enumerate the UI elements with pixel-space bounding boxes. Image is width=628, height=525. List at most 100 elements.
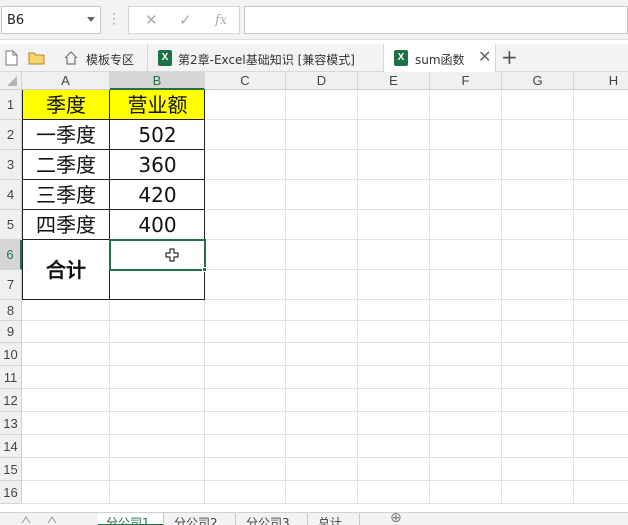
cell-f9[interactable] (430, 321, 502, 343)
name-box[interactable]: B6 (1, 6, 101, 34)
column-header-b[interactable]: B (110, 72, 205, 90)
cell-c1[interactable] (205, 90, 286, 120)
cell-g2[interactable] (502, 120, 574, 150)
select-all-corner[interactable] (0, 72, 22, 90)
cell-b7[interactable] (110, 270, 205, 300)
cell-d12[interactable] (286, 389, 358, 412)
cell-g1[interactable] (502, 90, 574, 120)
cell-b11[interactable] (110, 366, 205, 389)
cell-e10[interactable] (358, 343, 430, 366)
cell-d16[interactable] (286, 481, 358, 504)
cell-a15[interactable] (22, 458, 110, 481)
cell-f14[interactable] (430, 435, 502, 458)
cell-h1[interactable] (574, 90, 628, 120)
cell-g12[interactable] (502, 389, 574, 412)
cell-f1[interactable] (430, 90, 502, 120)
cell-c7[interactable] (205, 270, 286, 300)
cell-f16[interactable] (430, 481, 502, 504)
cell-g5[interactable] (502, 210, 574, 240)
open-folder-icon[interactable] (28, 50, 45, 65)
cell-d9[interactable] (286, 321, 358, 343)
cell-d1[interactable] (286, 90, 358, 120)
column-header-e[interactable]: E (358, 72, 430, 90)
row-header-8[interactable]: 8 (0, 300, 22, 321)
cell-h9[interactable] (574, 321, 628, 343)
cell-g13[interactable] (502, 412, 574, 435)
sheet-scroll-icon[interactable] (20, 515, 60, 524)
cell-g4[interactable] (502, 180, 574, 210)
sheet-tab-branch2[interactable]: 分公司2 (166, 513, 236, 525)
cell-h2[interactable] (574, 120, 628, 150)
cell-g15[interactable] (502, 458, 574, 481)
cell-f6[interactable] (430, 240, 502, 270)
cell-e1[interactable] (358, 90, 430, 120)
close-icon[interactable]: ✕ (478, 47, 491, 66)
cell-g9[interactable] (502, 321, 574, 343)
cell-a12[interactable] (22, 389, 110, 412)
cell-f2[interactable] (430, 120, 502, 150)
cell-e6[interactable] (358, 240, 430, 270)
sheet-tab-total[interactable]: 总计 (310, 513, 360, 525)
cell-h12[interactable] (574, 389, 628, 412)
sheet-tab-branch1[interactable]: 分公司1 (98, 513, 164, 525)
cell-d4[interactable] (286, 180, 358, 210)
cell-d3[interactable] (286, 150, 358, 180)
cell-h8[interactable] (574, 300, 628, 321)
cell-e15[interactable] (358, 458, 430, 481)
cell-c12[interactable] (205, 389, 286, 412)
cell-e2[interactable] (358, 120, 430, 150)
cell-d2[interactable] (286, 120, 358, 150)
cell-e8[interactable] (358, 300, 430, 321)
cell-g11[interactable] (502, 366, 574, 389)
row-header-7[interactable]: 7 (0, 270, 22, 300)
cell-e4[interactable] (358, 180, 430, 210)
row-header-14[interactable]: 14 (0, 435, 22, 458)
cancel-icon[interactable]: ✕ (145, 11, 158, 29)
row-header-6[interactable]: 6 (0, 240, 22, 270)
cell-f3[interactable] (430, 150, 502, 180)
row-header-10[interactable]: 10 (0, 343, 22, 366)
row-header-4[interactable]: 4 (0, 180, 22, 210)
cell-b14[interactable] (110, 435, 205, 458)
cell-e7[interactable] (358, 270, 430, 300)
cell-e13[interactable] (358, 412, 430, 435)
row-header-12[interactable]: 12 (0, 389, 22, 412)
row-header-11[interactable]: 11 (0, 366, 22, 389)
cell-a13[interactable] (22, 412, 110, 435)
cell-b16[interactable] (110, 481, 205, 504)
cell-h5[interactable] (574, 210, 628, 240)
cell-d11[interactable] (286, 366, 358, 389)
row-header-5[interactable]: 5 (0, 210, 22, 240)
cell-g3[interactable] (502, 150, 574, 180)
cell-c13[interactable] (205, 412, 286, 435)
new-document-icon[interactable] (5, 50, 18, 66)
cell-b9[interactable] (110, 321, 205, 343)
row-header-1[interactable]: 1 (0, 90, 22, 120)
cell-b15[interactable] (110, 458, 205, 481)
cell-a9[interactable] (22, 321, 110, 343)
cell-h11[interactable] (574, 366, 628, 389)
row-header-16[interactable]: 16 (0, 481, 22, 504)
cell-h3[interactable] (574, 150, 628, 180)
cell-d13[interactable] (286, 412, 358, 435)
tab-template-zone[interactable]: 模板专区 (56, 44, 148, 72)
new-tab-icon[interactable]: + (501, 45, 518, 69)
column-header-a[interactable]: A (22, 72, 110, 90)
cell-b10[interactable] (110, 343, 205, 366)
column-header-g[interactable]: G (502, 72, 574, 90)
cell-e5[interactable] (358, 210, 430, 240)
cell-c6[interactable] (205, 240, 286, 270)
cell-d10[interactable] (286, 343, 358, 366)
cell-f12[interactable] (430, 389, 502, 412)
cell-a8[interactable] (22, 300, 110, 321)
cell-c10[interactable] (205, 343, 286, 366)
row-header-3[interactable]: 3 (0, 150, 22, 180)
cell-e12[interactable] (358, 389, 430, 412)
row-header-13[interactable]: 13 (0, 412, 22, 435)
cell-b13[interactable] (110, 412, 205, 435)
add-sheet-icon[interactable]: ⊕ (390, 510, 402, 525)
cell-f11[interactable] (430, 366, 502, 389)
cell-c11[interactable] (205, 366, 286, 389)
cell-c5[interactable] (205, 210, 286, 240)
fill-handle[interactable] (202, 267, 207, 272)
